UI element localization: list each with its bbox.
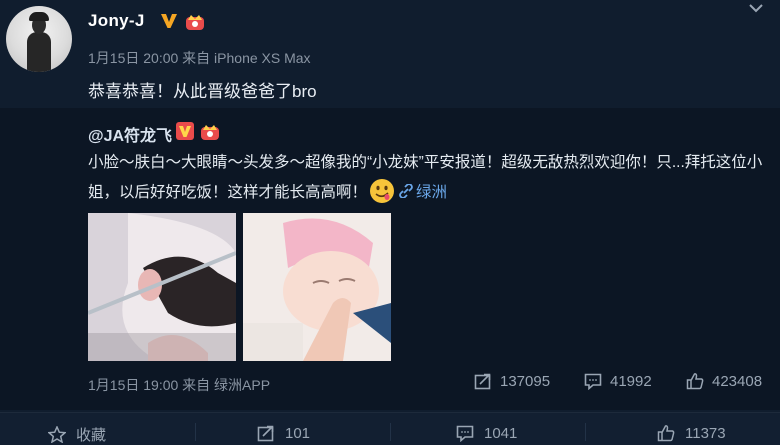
- repost-forward-count[interactable]: 137095: [474, 372, 550, 390]
- post-username[interactable]: Jony-J: [88, 11, 145, 31]
- avatar[interactable]: [6, 6, 72, 72]
- location-link[interactable]: 绿洲: [399, 184, 447, 201]
- post-meta: 1月15日 20:00 来自 iPhone XS Max: [88, 50, 311, 66]
- forward-icon: [257, 425, 274, 442]
- weibo-post-card: Jony-J 1月15日 20:00 来自 iPhone XS Max 恭喜恭喜…: [0, 0, 780, 445]
- comment-icon: [456, 425, 474, 442]
- divider: [195, 423, 196, 441]
- repost-forward-value: 137095: [500, 372, 551, 390]
- location-link-label: 绿洲: [416, 184, 448, 201]
- thumbs-up-icon: [686, 373, 704, 390]
- like-button[interactable]: 11373: [657, 424, 726, 442]
- repost-comment-count[interactable]: 41992: [584, 372, 652, 390]
- member-crown-icon[interactable]: [184, 11, 206, 31]
- action-bar: 收藏 101 1041 11373: [0, 413, 780, 445]
- post-text: 恭喜恭喜！从此晋级爸爸了bro: [88, 82, 317, 101]
- forward-icon: [474, 373, 491, 390]
- chevron-down-icon[interactable]: [748, 2, 764, 16]
- repost-comment-value: 41992: [610, 372, 652, 390]
- repost-username[interactable]: @JA符龙飞: [88, 122, 172, 146]
- link-icon: [399, 184, 413, 198]
- repost-block: @JA符龙飞 小脸～肤白～大眼睛～头发多～超像我的“小龙妹”平安报道！超级无敌热…: [0, 108, 780, 410]
- repost-image-2[interactable]: [243, 213, 391, 361]
- verified-v-icon: [161, 14, 177, 28]
- repost-like-value: 423408: [712, 372, 763, 390]
- member-crown-icon[interactable]: [199, 121, 221, 141]
- divider: [390, 423, 391, 441]
- repost-meta: 1月15日 19:00 来自 绿洲APP: [88, 377, 271, 393]
- thumbs-up-icon: [657, 425, 675, 442]
- repost-image-1[interactable]: [88, 213, 236, 361]
- forward-count: 101: [285, 424, 311, 442]
- star-icon: [48, 426, 66, 443]
- favorite-button[interactable]: 收藏: [48, 424, 106, 445]
- avatar-figure: [27, 32, 51, 72]
- verified-v-icon: [176, 122, 194, 140]
- comment-icon: [584, 373, 602, 390]
- comment-button[interactable]: 1041: [456, 424, 517, 442]
- forward-button[interactable]: 101: [257, 424, 310, 442]
- baby-photo-1: [88, 213, 236, 361]
- favorite-label: 收藏: [76, 427, 107, 444]
- divider: [585, 423, 586, 441]
- like-count: 11373: [685, 424, 726, 442]
- drooling-emoji-icon: [370, 179, 395, 203]
- comment-count: 1041: [484, 424, 518, 442]
- repost-like-count[interactable]: 423408: [686, 372, 762, 390]
- repost-text: 小脸～肤白～大眼睛～头发多～超像我的“小龙妹”平安报道！超级无敌热烈欢迎你！只.…: [88, 148, 772, 208]
- baby-photo-2: [243, 213, 391, 361]
